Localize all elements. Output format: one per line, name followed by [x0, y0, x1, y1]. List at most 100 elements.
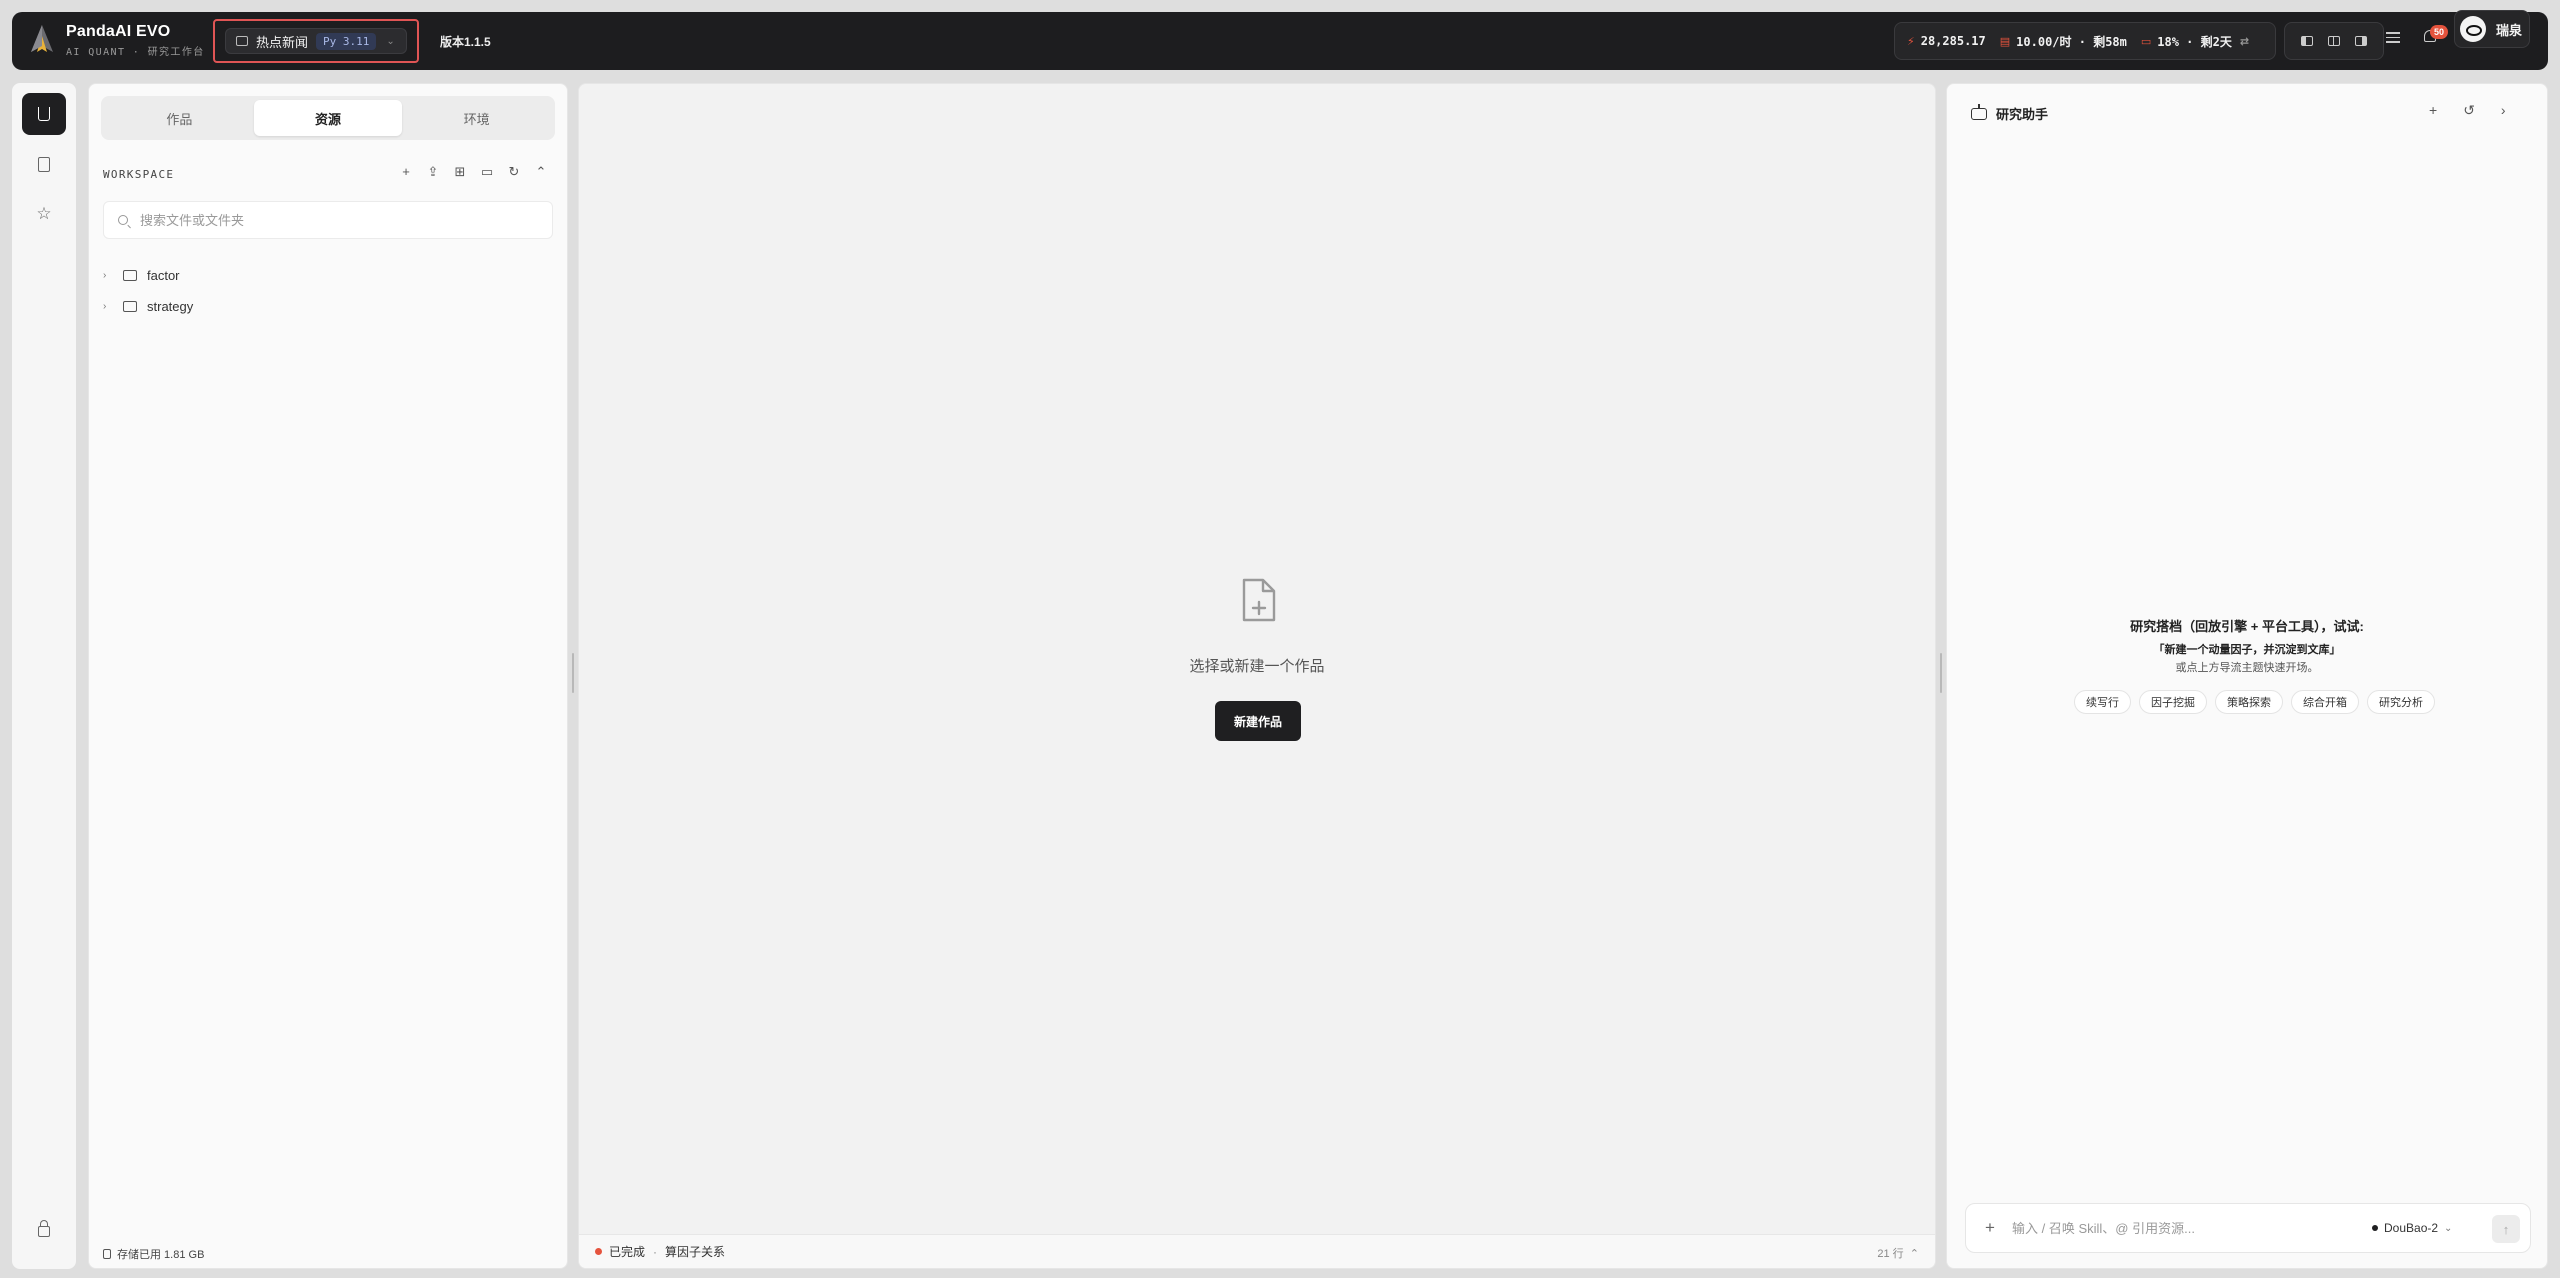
model-name: DouBao-2 [2384, 1221, 2439, 1235]
lock-icon [38, 1219, 50, 1237]
right-panel-toggle-icon[interactable] [2355, 36, 2368, 46]
rail-research-button[interactable] [22, 93, 66, 135]
tree-item-strategy[interactable]: › strategy [103, 295, 193, 317]
left-panel-toggle-icon[interactable] [2300, 36, 2313, 46]
model-selector[interactable]: DouBao-2 ⌄ [2372, 1221, 2452, 1235]
history-icon[interactable]: ↺ [2463, 102, 2475, 119]
avatar [2460, 16, 2486, 42]
panda-logo-icon [31, 25, 53, 52]
assistant-example[interactable]: 「新建一个动量因子，并沉淀到文库」 [1947, 641, 2547, 657]
assistant-header: 研究助手 [1971, 103, 2049, 123]
rail-lock-button[interactable] [22, 1210, 66, 1252]
user-name: 瑞泉 [2496, 22, 2523, 38]
tab-works[interactable]: 作品 [105, 100, 254, 136]
storage-icon: ▭ [2140, 35, 2152, 48]
new-folder-icon[interactable]: ⊞ [453, 164, 467, 180]
folder-icon [123, 269, 137, 281]
user-menu[interactable]: 瑞泉 [2454, 10, 2530, 48]
suggestion-chip[interactable]: 研究分析 [2367, 690, 2435, 714]
new-work-button[interactable]: 新建作品 [1215, 701, 1301, 741]
attach-plus-icon[interactable]: + [1972, 1218, 2008, 1238]
python-version-badge: Py 3.11 [316, 32, 377, 50]
line-count[interactable]: 21 行 ⌃ [1877, 1245, 1919, 1261]
book-icon [38, 156, 50, 172]
chevron-right-icon: › [103, 269, 107, 281]
tree-item-label: strategy [147, 298, 194, 314]
right-splitter[interactable] [1936, 83, 1946, 1269]
version-label: 版本1.1.5 [440, 35, 491, 49]
new-file-icon [1242, 578, 1276, 622]
explorer-tabs: 作品 资源 环境 [101, 96, 555, 140]
database-icon [103, 1249, 111, 1259]
chevron-down-icon: ⌄ [386, 35, 395, 47]
chevron-right-icon: › [103, 300, 107, 312]
notification-badge: 50 [2430, 25, 2448, 39]
search-icon [118, 215, 128, 225]
swap-icon[interactable]: ⇄ [2240, 35, 2249, 48]
left-rail: ☆ [12, 83, 76, 1269]
tree-item-label: factor [147, 267, 180, 283]
suggestion-chip[interactable]: 策略探索 [2215, 690, 2283, 714]
workspace-actions: + ⇪ ⊞ ▭ ↻ ⌃ [399, 164, 548, 180]
app-title: PandaAI EVO [66, 22, 171, 40]
storage-text: 存储已用 1.81 GB [117, 1249, 205, 1261]
robot-icon [1971, 103, 1987, 120]
chat-input-box: + DouBao-2 ⌄ ↑ [1965, 1203, 2531, 1253]
folder-icon [236, 36, 248, 46]
suggestion-chip[interactable]: 综合开箱 [2291, 690, 2359, 714]
usage-stats[interactable]: ⚡ 28,285.17 ▤ 10.00/时 · 剩58m ▭ 18% · 剩2天… [1894, 22, 2276, 60]
workspace-label: WORKSPACE [103, 168, 175, 181]
split-view-toggle-icon[interactable] [2327, 36, 2340, 46]
assistant-title: 研究助手 [1996, 107, 2049, 122]
add-icon[interactable]: + [399, 164, 413, 180]
rate-value: 10.00/时 · 剩58m [2016, 34, 2127, 49]
suggestion-chips: 续写行 因子挖掘 策略探索 综合开箱 研究分析 [2074, 690, 2435, 714]
rail-favorites-button[interactable]: ☆ [22, 193, 66, 235]
lightning-icon: ⚡ [1907, 35, 1915, 48]
status-task: 算因子关系 [665, 1245, 726, 1259]
chevron-down-icon: ⌄ [2444, 1222, 2453, 1234]
star-icon: ☆ [36, 204, 52, 223]
left-splitter[interactable] [568, 83, 578, 1269]
file-search-input[interactable] [140, 212, 520, 228]
status-state: 已完成 [609, 1245, 646, 1259]
editor-area: 选择或新建一个作品 新建作品 已完成 · 算因子关系 21 行 ⌃ [578, 83, 1936, 1269]
project-selector[interactable]: 热点新闻 Py 3.11 ⌄ [225, 28, 407, 54]
assistant-panel: 研究助手 + ↺ › 研究搭档（回放引擎 + 平台工具），试试: 「新建一个动量… [1946, 83, 2548, 1269]
send-button[interactable]: ↑ [2492, 1215, 2520, 1243]
project-name: 热点新闻 [256, 34, 309, 50]
folder-icon [123, 300, 137, 312]
empty-state-text: 选择或新建一个作品 [1189, 658, 1325, 675]
explorer-panel: 作品 资源 环境 WORKSPACE + ⇪ ⊞ ▭ ↻ ⌃ › factor … [88, 83, 568, 1269]
project-selector-highlight: 热点新闻 Py 3.11 ⌄ [213, 19, 419, 63]
status-dot [595, 1248, 602, 1255]
top-bar: PandaAI EVO AI QUANT · 研究工作台 热点新闻 Py 3.1… [12, 12, 2548, 70]
suggestion-chip[interactable]: 续写行 [2074, 690, 2131, 714]
menu-list-icon[interactable] [2386, 32, 2400, 46]
app-logo[interactable]: PandaAI EVO AI QUANT · 研究工作台 [26, 22, 205, 58]
suggestion-chip[interactable]: 因子挖掘 [2139, 690, 2207, 714]
points-value: 28,285.17 [1920, 34, 1986, 48]
status-bar: 已完成 · 算因子关系 21 行 ⌃ [579, 1234, 1935, 1268]
file-search [103, 201, 553, 239]
assistant-actions: + ↺ › [2429, 102, 2506, 119]
app-subtitle: AI QUANT · 研究工作台 [66, 46, 205, 58]
chevron-right-icon[interactable]: › [2501, 102, 2506, 119]
upload-icon[interactable]: ⇪ [426, 164, 440, 180]
tree-item-factor[interactable]: › factor [103, 264, 180, 286]
chat-input[interactable] [2012, 1220, 2342, 1236]
rail-library-button[interactable] [22, 143, 66, 185]
layout-toggles [2284, 22, 2384, 60]
tab-environment[interactable]: 环境 [402, 100, 551, 136]
collapse-all-icon[interactable]: ⌃ [534, 164, 548, 180]
refresh-icon[interactable]: ↻ [507, 164, 521, 180]
model-dot [2372, 1225, 2378, 1231]
folder-icon[interactable]: ▭ [480, 164, 494, 180]
flask-icon [38, 107, 50, 121]
server-icon: ▤ [1999, 35, 2011, 48]
quota-value: 18% · 剩2天 [2157, 34, 2232, 49]
assistant-hint: 或点上方导流主题快速开场。 [2175, 662, 2319, 674]
new-chat-icon[interactable]: + [2429, 102, 2437, 119]
assistant-intro-title: 研究搭档（回放引擎 + 平台工具），试试: [2130, 619, 2364, 634]
tab-resources[interactable]: 资源 [253, 100, 403, 136]
